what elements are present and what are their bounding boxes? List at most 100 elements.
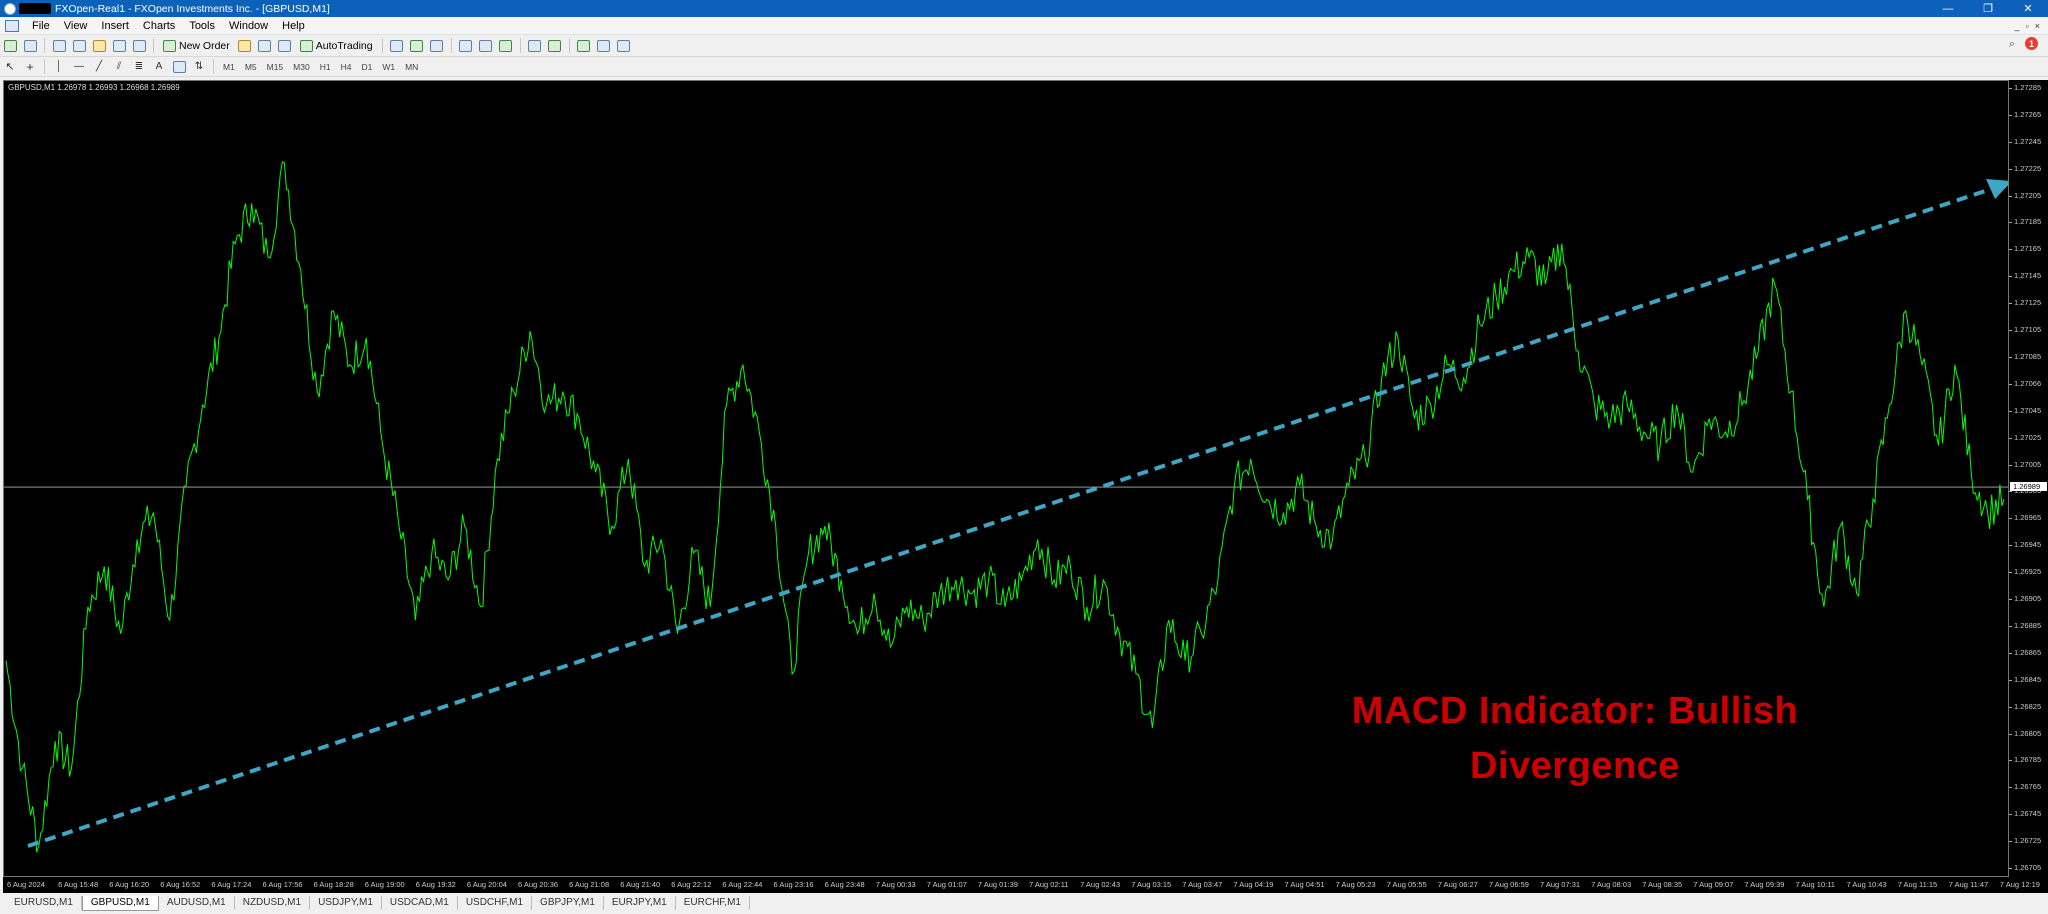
price-tick bbox=[2009, 787, 2012, 789]
toolbar-separator bbox=[44, 59, 45, 74]
tab-nzdusd[interactable]: NZDUSD,M1 bbox=[235, 896, 311, 910]
templates-button[interactable] bbox=[616, 38, 632, 53]
time-label: 6 Aug 23:48 bbox=[824, 880, 865, 889]
price-label: 1.27066 bbox=[2014, 378, 2042, 388]
maximize-button[interactable]: ❐ bbox=[1968, 0, 2008, 17]
time-scale[interactable]: 6 Aug 2024 6 Aug 15:48 6 Aug 16:20 6 Aug 16… bbox=[3, 877, 2048, 893]
time-label: 6 Aug 20:04 bbox=[466, 880, 507, 889]
template-icon bbox=[617, 39, 631, 52]
terminal-button[interactable] bbox=[111, 38, 127, 53]
toolbar-separator bbox=[153, 38, 154, 53]
price-label: 1.26905 bbox=[2014, 594, 2042, 604]
menu-file[interactable]: File bbox=[25, 20, 57, 32]
text-label-button[interactable] bbox=[171, 59, 187, 74]
tab-eurjpy[interactable]: EURJPY,M1 bbox=[604, 896, 676, 910]
horizontal-line-button[interactable]: — bbox=[71, 59, 87, 74]
timeframe-mn[interactable]: MN bbox=[400, 62, 423, 72]
tab-usdcad[interactable]: USDCAD,M1 bbox=[382, 896, 458, 910]
price-label: 1.26725 bbox=[2014, 836, 2042, 846]
timeframe-m30[interactable]: M30 bbox=[288, 62, 315, 72]
crosshair-button[interactable]: + bbox=[22, 59, 38, 74]
menu-window[interactable]: Window bbox=[222, 20, 275, 32]
timeframe-h1[interactable]: H1 bbox=[315, 62, 336, 72]
timeframe-w1[interactable]: W1 bbox=[377, 62, 400, 72]
time-label: 6 Aug 22:44 bbox=[722, 880, 763, 889]
time-label: 7 Aug 01:07 bbox=[926, 880, 967, 889]
timeframe-h4[interactable]: H4 bbox=[336, 62, 357, 72]
strategy-tester-button[interactable] bbox=[131, 38, 147, 53]
arrows-button[interactable]: ⇅ bbox=[191, 59, 207, 74]
navigator-icon bbox=[92, 39, 106, 52]
profiles-button[interactable] bbox=[22, 38, 38, 53]
time-label: 7 Aug 00:33 bbox=[875, 880, 916, 889]
time-label: 6 Aug 21:08 bbox=[569, 880, 610, 889]
tab-usdchf[interactable]: USDCHF,M1 bbox=[458, 896, 533, 910]
timeframe-d1[interactable]: D1 bbox=[356, 62, 377, 72]
tab-eurchf[interactable]: EURCHF,M1 bbox=[676, 896, 750, 910]
data-window-button[interactable] bbox=[71, 38, 87, 53]
tab-audusd[interactable]: AUDUSD,M1 bbox=[159, 896, 235, 910]
mdi-close-button[interactable]: × bbox=[2035, 21, 2040, 31]
toolbar-separator bbox=[450, 38, 452, 53]
menu-tools[interactable]: Tools bbox=[182, 20, 222, 32]
equidistant-channel-button[interactable]: ⫽ bbox=[111, 59, 127, 74]
tab-gbpusd[interactable]: GBPUSD,M1 bbox=[81, 896, 159, 911]
options-button[interactable] bbox=[257, 38, 273, 53]
tab-usdjpy[interactable]: USDJPY,M1 bbox=[310, 896, 382, 910]
timeframe-m1[interactable]: M1 bbox=[218, 62, 240, 72]
vertical-line-button[interactable]: │ bbox=[51, 59, 67, 74]
notification-badge[interactable]: 1 bbox=[2025, 37, 2038, 50]
metaeditor-icon bbox=[238, 39, 252, 52]
price-tick bbox=[2009, 706, 2012, 708]
cursor-button[interactable]: ↖ bbox=[2, 59, 18, 74]
time-label: 7 Aug 03:47 bbox=[1182, 880, 1223, 889]
auto-scroll-button[interactable] bbox=[547, 38, 563, 53]
minimize-button[interactable]: — bbox=[1928, 0, 1968, 17]
price-tick bbox=[2009, 303, 2012, 305]
menu-insert[interactable]: Insert bbox=[94, 20, 136, 32]
chart-shift-button[interactable] bbox=[527, 38, 543, 53]
market-watch-button[interactable] bbox=[51, 38, 67, 53]
tile-windows-button[interactable] bbox=[498, 38, 514, 53]
timeframe-m15[interactable]: M15 bbox=[262, 62, 289, 72]
menu-view[interactable]: View bbox=[57, 20, 95, 32]
new-chart-button[interactable] bbox=[2, 38, 18, 53]
time-label: 6 Aug 19:32 bbox=[415, 880, 456, 889]
price-label: 1.27245 bbox=[2014, 136, 2042, 146]
chart-window-icon[interactable] bbox=[5, 19, 19, 32]
mdi-restore-button[interactable]: ▫ bbox=[2026, 21, 2029, 31]
line-chart-button[interactable] bbox=[429, 38, 445, 53]
trendline-button[interactable]: ╱ bbox=[91, 59, 107, 74]
text-label-icon bbox=[172, 60, 186, 73]
zoom-out-button[interactable] bbox=[478, 38, 494, 53]
title-bar: FXOpen-Real1 - FXOpen Investments Inc. -… bbox=[0, 0, 2048, 17]
candlesticks-button[interactable] bbox=[409, 38, 425, 53]
menu-charts[interactable]: Charts bbox=[136, 20, 182, 32]
time-label: 7 Aug 02:43 bbox=[1080, 880, 1121, 889]
menu-help[interactable]: Help bbox=[275, 20, 312, 32]
tab-gbpjpy[interactable]: GBPJPY,M1 bbox=[532, 896, 604, 910]
metaeditor-button[interactable] bbox=[237, 38, 253, 53]
price-scale[interactable]: 1.27285 1.27265 1.27245 1.27225 1.27205 1.271… bbox=[2009, 80, 2048, 877]
bar-chart-button[interactable] bbox=[389, 38, 405, 53]
tab-eurusd[interactable]: EURUSD,M1 bbox=[6, 896, 82, 910]
zoom-in-button[interactable] bbox=[458, 38, 474, 53]
close-button[interactable]: ✕ bbox=[2008, 0, 2048, 17]
autotrading-button[interactable]: AutoTrading bbox=[297, 38, 376, 53]
price-label: 1.26865 bbox=[2014, 647, 2042, 657]
time-label: 6 Aug 21:40 bbox=[620, 880, 661, 889]
fibonacci-button[interactable]: ≣ bbox=[131, 59, 147, 74]
signals-button[interactable] bbox=[277, 38, 293, 53]
timeframe-m5[interactable]: M5 bbox=[240, 62, 262, 72]
search-icon[interactable]: ⌕ bbox=[2009, 38, 2015, 51]
time-label: 6 Aug 17:24 bbox=[211, 880, 252, 889]
indicators-button[interactable] bbox=[576, 38, 592, 53]
new-order-button[interactable]: New Order bbox=[160, 38, 233, 53]
periods-button[interactable] bbox=[596, 38, 612, 53]
navigator-button[interactable] bbox=[91, 38, 107, 53]
price-tick bbox=[2009, 760, 2012, 762]
mdi-minimize-button[interactable]: _ bbox=[2015, 21, 2020, 31]
app-icon bbox=[4, 2, 16, 15]
time-label: 7 Aug 06:27 bbox=[1437, 880, 1478, 889]
text-button[interactable]: A bbox=[151, 59, 167, 74]
